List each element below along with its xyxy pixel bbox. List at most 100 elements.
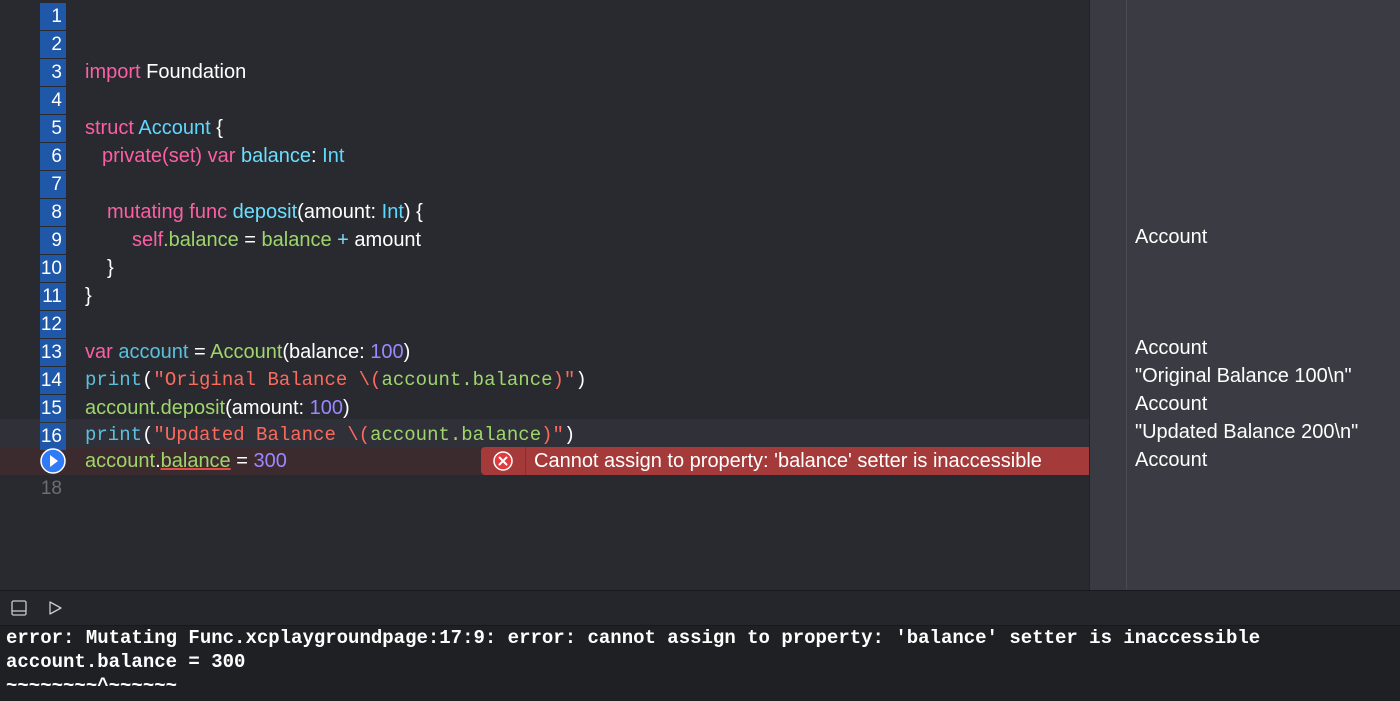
property-name: balance bbox=[240, 145, 312, 167]
line-number[interactable]: 13 bbox=[40, 339, 66, 366]
assign-operator: = bbox=[188, 341, 211, 363]
keyword: func bbox=[189, 201, 228, 223]
error-message: Cannot assign to property: 'balance' set… bbox=[534, 449, 1042, 472]
property-access: .balance bbox=[163, 229, 239, 251]
function-call: print bbox=[85, 369, 143, 391]
console-line: error: Mutating Func.xcplaygroundpage:17… bbox=[6, 627, 1261, 649]
keyword: private(set) bbox=[102, 145, 203, 167]
number-literal: 100 bbox=[309, 397, 343, 419]
params-close: ) { bbox=[403, 201, 423, 223]
code-line-17[interactable]: account.balance = 300 bbox=[85, 447, 287, 475]
string-literal: )" bbox=[552, 369, 576, 391]
type-name: Account bbox=[138, 117, 211, 139]
function-call: print bbox=[85, 424, 143, 446]
string-literal: )" bbox=[541, 424, 564, 446]
method-call: .deposit bbox=[155, 397, 226, 419]
variable-ref: amount bbox=[354, 229, 422, 251]
assign-operator: = bbox=[238, 229, 262, 251]
keyword: mutating bbox=[107, 201, 184, 223]
string-literal: "Updated Balance \( bbox=[153, 424, 371, 446]
line-number[interactable]: 18 bbox=[40, 475, 66, 502]
console-line: account.balance = 300 bbox=[6, 651, 246, 673]
paren: ) bbox=[575, 369, 587, 391]
args-open: (balance: bbox=[282, 341, 371, 363]
code-line-3[interactable]: import Foundation bbox=[85, 58, 246, 86]
module-name: Foundation bbox=[146, 61, 247, 83]
code-line-15[interactable]: account.deposit(amount: 100) bbox=[85, 394, 350, 422]
line-number[interactable]: 9 bbox=[40, 227, 66, 254]
run-to-line-icon[interactable] bbox=[40, 448, 66, 474]
code-editor[interactable]: 1 2 3 4 5 6 7 8 9 10 11 12 13 14 15 16 1… bbox=[0, 0, 1089, 590]
line-number[interactable]: 12 bbox=[40, 311, 66, 338]
result-value[interactable]: Account bbox=[1135, 390, 1207, 418]
results-sidebar-divider bbox=[1089, 0, 1127, 590]
code-line-6[interactable]: private(set) var balance: Int bbox=[102, 142, 344, 170]
code-line-11[interactable]: } bbox=[85, 282, 92, 310]
variable-ref: balance bbox=[261, 229, 332, 251]
line-number[interactable]: 1 bbox=[40, 3, 66, 30]
args-open: (amount: bbox=[225, 397, 310, 419]
plus-operator: + bbox=[331, 229, 355, 251]
paren: ( bbox=[142, 369, 154, 391]
line-number[interactable]: 14 bbox=[40, 367, 66, 394]
string-literal: "Original Balance \( bbox=[153, 369, 382, 391]
result-value[interactable]: Account bbox=[1135, 446, 1207, 474]
number-literal: 100 bbox=[370, 341, 404, 363]
result-value[interactable]: Account bbox=[1135, 223, 1207, 251]
params-open: (amount: bbox=[297, 201, 377, 223]
error-icon[interactable] bbox=[481, 447, 526, 475]
result-value[interactable]: "Updated Balance 200\n" bbox=[1135, 418, 1358, 446]
type-name: Int bbox=[322, 145, 345, 167]
initializer: Account bbox=[210, 341, 283, 363]
debug-toolbar bbox=[0, 590, 1400, 626]
results-sidebar: Account Account "Original Balance 100\n"… bbox=[1127, 0, 1400, 590]
line-number[interactable]: 2 bbox=[40, 31, 66, 58]
args-close: ) bbox=[342, 397, 350, 419]
result-value[interactable]: Account bbox=[1135, 334, 1207, 362]
code-line-10[interactable]: } bbox=[107, 254, 114, 282]
interpolated-expression: account.balance bbox=[370, 424, 542, 446]
line-number[interactable]: 16 bbox=[40, 423, 66, 450]
keyword: self bbox=[132, 229, 164, 251]
line-number[interactable]: 3 bbox=[40, 59, 66, 86]
debug-console[interactable]: error: Mutating Func.xcplaygroundpage:17… bbox=[0, 626, 1400, 701]
line-number[interactable]: 6 bbox=[40, 143, 66, 170]
variable-ref: account bbox=[85, 450, 156, 472]
number-literal: 300 bbox=[253, 450, 287, 472]
colon: : bbox=[311, 145, 317, 167]
line-number[interactable]: 7 bbox=[40, 171, 66, 198]
args-close: ) bbox=[403, 341, 411, 363]
brace: } bbox=[107, 257, 114, 279]
brace: } bbox=[85, 285, 92, 307]
hide-debug-area-icon[interactable] bbox=[10, 599, 28, 617]
console-line: ~~~~~~~~^~~~~~~ bbox=[6, 675, 178, 697]
assign-operator: = bbox=[230, 450, 254, 472]
function-name: deposit bbox=[232, 201, 298, 223]
paren: ) bbox=[563, 424, 576, 446]
interpolated-expression: account.balance bbox=[381, 369, 553, 391]
code-line-9[interactable]: self.balance = balance + amount bbox=[132, 226, 421, 254]
code-line-14[interactable]: print("Original Balance \(account.balanc… bbox=[85, 366, 587, 394]
inline-error-banner[interactable]: Cannot assign to property: 'balance' set… bbox=[481, 447, 1089, 475]
keyword: var bbox=[207, 145, 236, 167]
run-playground-icon[interactable] bbox=[46, 599, 64, 617]
line-number[interactable]: 10 bbox=[40, 255, 66, 282]
line-number[interactable]: 8 bbox=[40, 199, 66, 226]
variable-ref: account bbox=[85, 397, 156, 419]
error-token: balance bbox=[160, 450, 231, 472]
line-number[interactable]: 15 bbox=[40, 395, 66, 422]
line-number[interactable]: 4 bbox=[40, 87, 66, 114]
line-number[interactable]: 11 bbox=[40, 283, 66, 310]
code-line-16[interactable]: print("Updated Balance \(account.balance… bbox=[85, 421, 575, 449]
result-value[interactable]: "Original Balance 100\n" bbox=[1135, 362, 1352, 390]
code-line-5[interactable]: struct Account { bbox=[85, 114, 223, 142]
line-number[interactable]: 5 bbox=[40, 115, 66, 142]
keyword: struct bbox=[85, 117, 134, 139]
line-number-gutter[interactable]: 1 2 3 4 5 6 7 8 9 10 11 12 13 14 15 16 1… bbox=[0, 0, 70, 590]
type-name: Int bbox=[381, 201, 404, 223]
keyword: var bbox=[85, 341, 113, 363]
code-line-13[interactable]: var account = Account(balance: 100) bbox=[85, 338, 410, 366]
paren: ( bbox=[142, 424, 154, 446]
code-line-8[interactable]: mutating func deposit(amount: Int) { bbox=[107, 198, 423, 226]
brace: { bbox=[216, 117, 223, 139]
